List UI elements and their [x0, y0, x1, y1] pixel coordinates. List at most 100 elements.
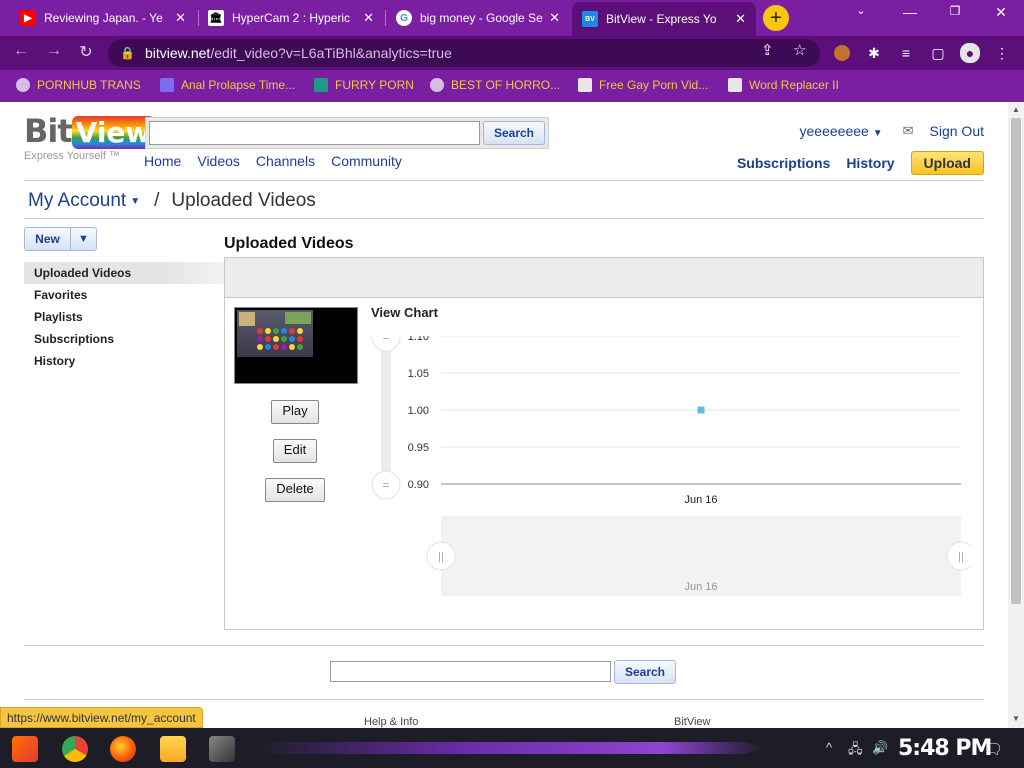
delete-button[interactable]: Delete: [265, 478, 325, 502]
network-icon[interactable]: 🖧: [848, 740, 863, 762]
reading-list-icon[interactable]: ≡: [898, 45, 914, 61]
file-explorer-icon[interactable]: [160, 736, 186, 762]
video-thumbnail[interactable]: [234, 307, 358, 384]
side-panel-icon[interactable]: ▢: [930, 45, 946, 61]
tab-title: HyperCam 2 : Hyperic: [232, 11, 351, 25]
sidebar-item-playlists[interactable]: Playlists: [24, 306, 224, 328]
address-bar[interactable]: 🔒 bitview.net/edit_video?v=L6aTiBhl&anal…: [108, 39, 820, 67]
bookmark-item[interactable]: Anal Prolapse Time...: [160, 78, 295, 92]
y-range-slider-track: [381, 336, 391, 486]
edit-button[interactable]: Edit: [273, 439, 317, 463]
chart-title: View Chart: [371, 305, 438, 320]
taskbar-clock[interactable]: 5:48 PM: [898, 736, 992, 761]
reload-icon[interactable]: ↻: [75, 42, 97, 62]
y-tick-label: 1.10: [408, 336, 429, 343]
mail-icon[interactable]: ✉: [903, 123, 914, 139]
close-icon[interactable]: ✕: [363, 10, 374, 26]
extension-avatar-icon[interactable]: [834, 45, 850, 61]
sidebar-item-subscriptions[interactable]: Subscriptions: [24, 328, 224, 350]
upload-button[interactable]: Upload: [910, 151, 984, 175]
y-tick-label: 1.00: [408, 405, 429, 417]
bookmark-favicon-icon: [578, 78, 592, 92]
tray-chevron-icon[interactable]: ^: [826, 740, 832, 755]
page-viewport: Bit View Express Yourself ™ Search Home V…: [0, 102, 1008, 728]
bitview-icon: BV: [582, 11, 598, 27]
bookmark-item[interactable]: Free Gay Porn Vid...: [578, 78, 708, 92]
close-icon[interactable]: ✕: [549, 10, 560, 26]
chrome-icon[interactable]: [62, 736, 88, 762]
hypercam-icon[interactable]: [209, 736, 235, 762]
sign-out-link[interactable]: Sign Out: [930, 123, 984, 139]
user-links: Subscriptions History Upload: [737, 151, 984, 175]
share-icon[interactable]: ⇪: [761, 41, 774, 59]
search-button[interactable]: Search: [483, 121, 545, 145]
browser-tab-archive[interactable]: 🏛 HyperCam 2 : Hyperic ✕: [198, 2, 384, 34]
browser-tab-google[interactable]: G big money - Google Se ✕: [386, 2, 570, 34]
bookmark-item[interactable]: Word Replacer II: [728, 78, 839, 92]
google-icon: G: [396, 10, 412, 26]
back-icon[interactable]: ←: [10, 42, 32, 60]
search-input[interactable]: [149, 121, 480, 145]
bookmark-label: FURRY PORN: [335, 78, 414, 92]
my-account-link[interactable]: My Account: [28, 190, 126, 212]
start-icon[interactable]: [12, 736, 38, 762]
footer-help-link[interactable]: Help & Info: [364, 716, 418, 728]
bookmark-star-icon[interactable]: ☆: [793, 41, 806, 59]
minimize-icon[interactable]: —: [895, 4, 925, 20]
menu-kebab-icon[interactable]: ⋮: [994, 45, 1010, 61]
close-icon[interactable]: ✕: [735, 11, 746, 27]
firefox-icon[interactable]: [110, 736, 136, 762]
scroll-down-icon[interactable]: ▼: [1012, 714, 1020, 723]
data-point[interactable]: [697, 406, 705, 414]
x-tick-label: Jun 16: [684, 494, 717, 506]
logo-tagline: Express Yourself ™: [24, 150, 120, 162]
bookmark-favicon-icon: [314, 78, 328, 92]
bookmark-item[interactable]: BEST OF HORRO...: [430, 78, 560, 92]
restore-icon[interactable]: ❐: [940, 4, 970, 18]
footer-search-input[interactable]: [330, 661, 611, 682]
new-tab-button[interactable]: +: [763, 5, 789, 31]
nav-channels[interactable]: Channels: [256, 153, 315, 169]
nav-videos[interactable]: Videos: [197, 153, 240, 169]
close-icon[interactable]: ✕: [175, 10, 186, 26]
handle-grip-icon: ||: [958, 551, 964, 563]
page-scrollbar[interactable]: ▲ ▼: [1008, 102, 1024, 728]
thumbnail-image: [237, 310, 313, 357]
sidebar-item-uploaded-videos[interactable]: Uploaded Videos: [24, 262, 224, 284]
forward-icon[interactable]: →: [43, 42, 65, 60]
browser-tab-youtube[interactable]: ▶ Reviewing Japan. - Ye ✕: [10, 2, 196, 34]
chevron-down-icon: ▼: [872, 128, 883, 139]
logo-bit: Bit: [24, 112, 73, 150]
new-button[interactable]: New ▼: [24, 227, 97, 251]
bookmark-item[interactable]: FURRY PORN: [314, 78, 414, 92]
nav-community[interactable]: Community: [331, 153, 402, 169]
bookmark-favicon-icon: [728, 78, 742, 92]
username-dropdown[interactable]: yeeeeeeee ▼: [800, 123, 883, 139]
subscriptions-link[interactable]: Subscriptions: [737, 155, 830, 171]
sidebar-item-history[interactable]: History: [24, 350, 224, 372]
tab-search-icon[interactable]: ⌄: [846, 4, 876, 17]
sidebar-item-favorites[interactable]: Favorites: [24, 284, 224, 306]
browser-tab-bitview[interactable]: BV BitView - Express Yo ✕: [572, 2, 756, 36]
chevron-down-icon[interactable]: ▼: [71, 228, 96, 250]
profile-icon[interactable]: ●: [960, 43, 980, 63]
scroll-up-icon[interactable]: ▲: [1012, 105, 1020, 114]
bookmark-label: Free Gay Porn Vid...: [599, 78, 709, 92]
username: yeeeeeeee: [799, 123, 869, 139]
tab-title: big money - Google Se: [420, 11, 543, 25]
window-close-icon[interactable]: ✕: [986, 4, 1016, 21]
notification-icon[interactable]: 🗨: [984, 740, 1003, 758]
history-link[interactable]: History: [846, 155, 894, 171]
chevron-down-icon[interactable]: ▼: [130, 196, 140, 207]
bookmark-item[interactable]: PORNHUB TRANS: [16, 78, 141, 92]
volume-icon[interactable]: 🔊: [872, 740, 888, 756]
play-button[interactable]: Play: [271, 400, 319, 424]
footer-bitview-link[interactable]: BitView: [674, 716, 710, 728]
nav-home[interactable]: Home: [144, 153, 181, 169]
extensions-puzzle-icon[interactable]: ✱: [866, 45, 882, 61]
breadcrumb: My Account ▼ / Uploaded Videos: [28, 190, 316, 212]
bitview-logo[interactable]: Bit View Express Yourself ™: [24, 112, 156, 162]
footer-search-button[interactable]: Search: [614, 660, 676, 684]
scrollbar-thumb[interactable]: [1011, 118, 1021, 604]
y-tick-label: 0.95: [408, 442, 429, 454]
